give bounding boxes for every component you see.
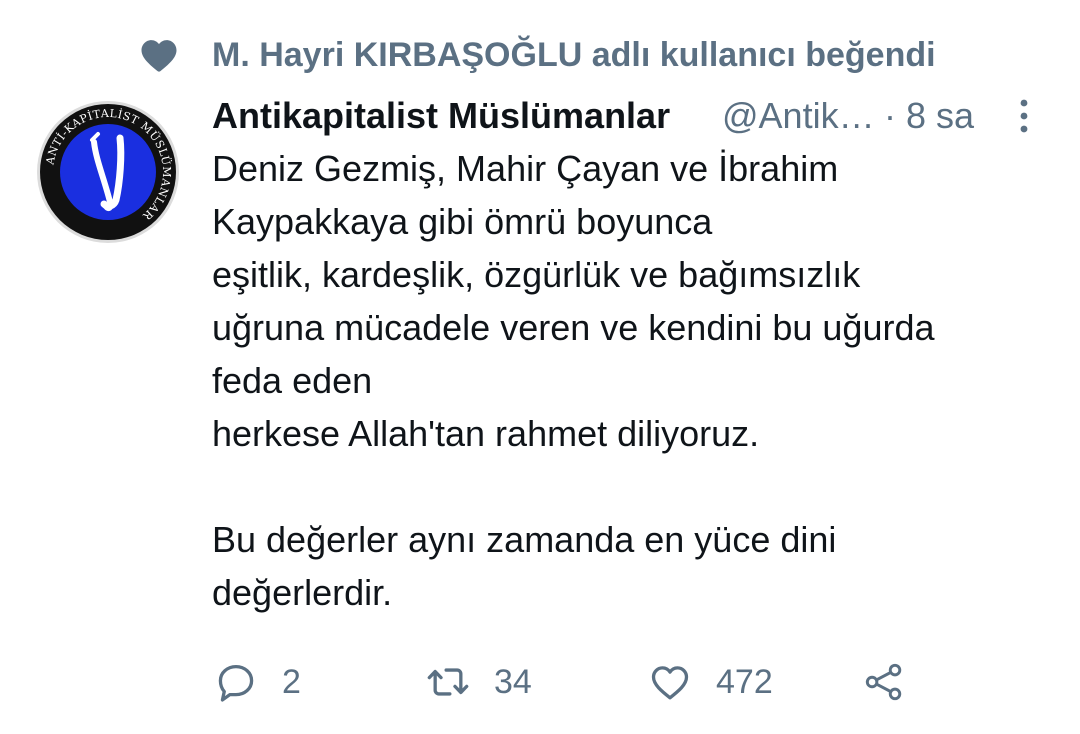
heart-icon bbox=[138, 34, 180, 76]
reply-icon bbox=[214, 660, 258, 704]
tweet-time[interactable]: 8 sa bbox=[906, 92, 974, 140]
reply-button[interactable]: 2 bbox=[214, 654, 301, 710]
tweet-body-line: uğruna mücadele veren ve kendini bu uğur… bbox=[212, 307, 935, 348]
retweet-button[interactable]: 34 bbox=[426, 654, 532, 710]
tweet[interactable]: M. Hayri KIRBAŞOĞLU adlı kullanıcı beğen… bbox=[0, 0, 1080, 734]
tweet-body-line: herkese Allah'tan rahmet diliyoruz. bbox=[212, 413, 760, 454]
tweet-body-line: Kaypakkaya gibi ömrü boyunca bbox=[212, 201, 713, 242]
like-button[interactable]: 472 bbox=[648, 654, 773, 710]
avatar[interactable]: ANTİ-KAPİTALİST MÜSLÜMANLAR bbox=[36, 100, 180, 244]
retweet-count: 34 bbox=[494, 663, 532, 701]
tweet-body-line: Bu değerler aynı zamanda en yüce dini bbox=[212, 519, 837, 560]
like-count: 472 bbox=[716, 663, 773, 701]
tweet-body-line: eşitlik, kardeşlik, özgürlük ve bağımsız… bbox=[212, 254, 861, 295]
author-handle[interactable]: @Antikapitalist… bbox=[722, 92, 882, 140]
tweet-body-line: Deniz Gezmiş, Mahir Çayan ve İbrahim bbox=[212, 148, 839, 189]
social-context-text[interactable]: M. Hayri KIRBAŞOĞLU adlı kullanıcı beğen… bbox=[212, 34, 936, 76]
tweet-body-line: feda eden bbox=[212, 360, 373, 401]
more-options-icon[interactable] bbox=[1008, 96, 1040, 136]
author-name[interactable]: Antikapitalist Müslümanlar bbox=[212, 92, 670, 140]
like-icon bbox=[648, 660, 692, 704]
share-icon bbox=[862, 660, 906, 704]
tweet-actions: 2 34 472 bbox=[212, 654, 1042, 710]
social-context: M. Hayri KIRBAŞOĞLU adlı kullanıcı beğen… bbox=[0, 28, 1080, 84]
tweet-body: Deniz Gezmiş, Mahir Çayan ve İbrahim Kay… bbox=[212, 142, 1052, 619]
tweet-body-line: değerlerdir. bbox=[212, 572, 393, 613]
separator-dot: · bbox=[884, 95, 896, 136]
tweet-header: Antikapitalist Müslümanlar @Antikapitali… bbox=[212, 92, 1042, 142]
share-button[interactable] bbox=[862, 654, 906, 710]
retweet-icon bbox=[426, 660, 470, 704]
reply-count: 2 bbox=[282, 663, 301, 701]
